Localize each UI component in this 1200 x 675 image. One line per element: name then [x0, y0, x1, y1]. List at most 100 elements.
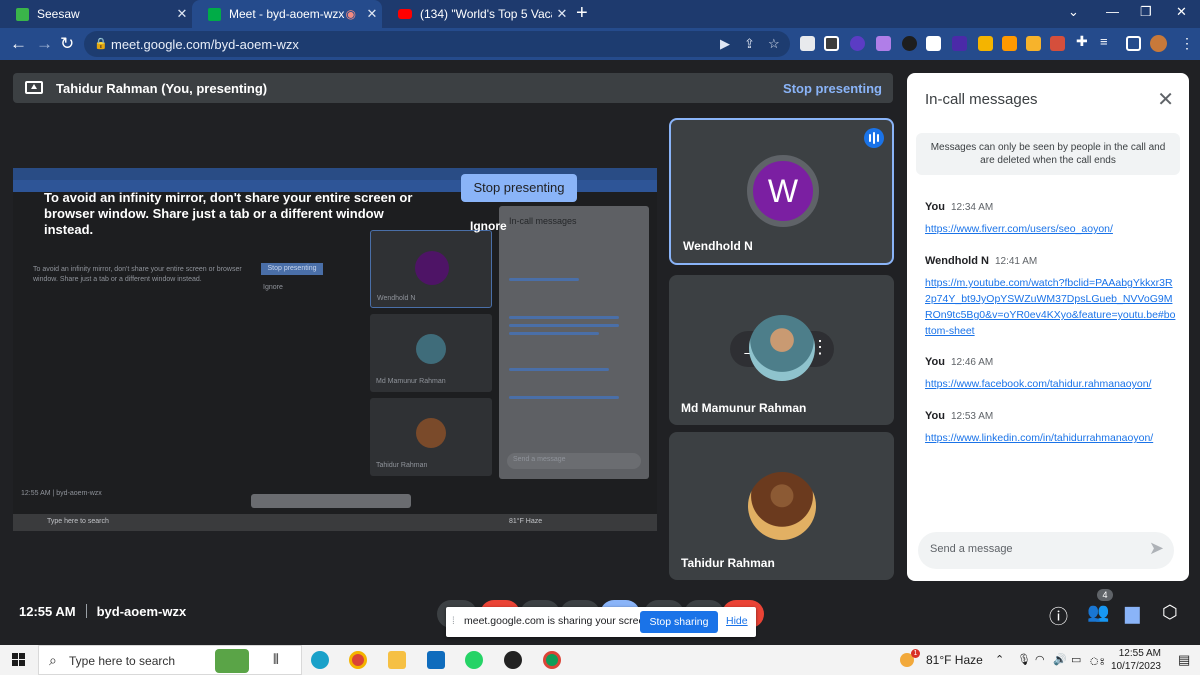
todo-extension-icon[interactable] — [1050, 36, 1065, 51]
tab-title: (134) "World's Top 5 Vacation D — [420, 7, 552, 21]
participant-tile-tahidur[interactable]: Tahidur Rahman — [669, 432, 894, 580]
message-link[interactable]: https://www.facebook.com/tahidur.rahmana… — [925, 376, 1177, 392]
show-hidden-icons-icon[interactable]: ⌃ — [995, 653, 1004, 666]
stop-sharing-button[interactable]: Stop sharing — [640, 611, 718, 633]
avatar — [749, 315, 815, 381]
chat-message: You 12:34 AM https://www.fiverr.com/users… — [925, 197, 1177, 237]
preview-tile-name: Wendhold N — [377, 295, 416, 302]
volume-icon[interactable]: 🔊 — [1053, 653, 1067, 666]
back-icon[interactable]: ← — [10, 34, 27, 54]
message-link[interactable]: https://www.linkedin.com/in/tahidurrahma… — [925, 430, 1177, 446]
preview-tile-name: Tahidur Rahman — [376, 462, 428, 469]
tab-close-icon[interactable]: ✕ — [362, 6, 382, 22]
meeting-time: 12:55 AM — [19, 604, 76, 619]
meeting-info: 12:55 AM byd-aoem-wzx — [19, 604, 186, 619]
screen-sharing-banner: ⁞ meet.google.com is sharing your screen… — [446, 607, 756, 637]
obs-extension-icon[interactable] — [824, 36, 839, 51]
sparkle-extension-icon[interactable] — [850, 36, 865, 51]
edge-icon[interactable] — [311, 651, 329, 669]
preview-warning-line-2: window. Share just a tab or a different … — [33, 276, 202, 283]
send-icon[interactable]: ➤ — [1149, 538, 1164, 559]
weather-text[interactable]: 81°F Haze — [926, 653, 983, 667]
close-window-icon[interactable]: ✕ — [1176, 4, 1187, 20]
preview-chat-input: Send a message — [507, 453, 641, 469]
restore-icon[interactable]: ❐ — [1140, 4, 1152, 20]
preview-tile-wendhold: Wendhold N — [370, 230, 492, 308]
taskbar-clock[interactable]: 12:55 AM 10/17/2023 — [1107, 647, 1161, 673]
address-bar[interactable]: 🔒 meet.google.com/byd-aoem-wzx ▶ ⇪ ☆ — [84, 31, 790, 57]
mail-icon[interactable] — [427, 651, 445, 669]
language-icon[interactable]: ঃ — [1089, 653, 1105, 672]
vpn-extension-icon[interactable] — [952, 36, 967, 51]
hide-link[interactable]: Hide — [726, 615, 748, 627]
pen-extension-icon[interactable] — [876, 36, 891, 51]
avatar — [748, 472, 816, 540]
browser-tab-meet[interactable]: Meet - byd-aoem-wzx ◉ ✕ — [192, 0, 382, 28]
stop-presenting-link[interactable]: Stop presenting — [783, 81, 882, 96]
battery-icon[interactable]: ▭ — [1071, 653, 1081, 666]
tab-close-icon[interactable]: ✕ — [172, 6, 192, 22]
share-icon[interactable]: ⇪ — [744, 36, 755, 52]
bookmark-star-icon[interactable]: ☆ — [768, 36, 780, 52]
camera-icon[interactable]: ▶ — [720, 36, 730, 52]
browser-tab-youtube[interactable]: (134) "World's Top 5 Vacation D ✕ — [382, 0, 572, 28]
mirror-ignore-button[interactable]: Ignore — [470, 219, 507, 233]
message-sender: Wendhold N — [925, 255, 989, 267]
url-text: meet.google.com/byd-aoem-wzx — [111, 37, 299, 52]
message-sender: You — [925, 201, 945, 213]
reader-extension-icon[interactable] — [926, 36, 941, 51]
preview-search-placeholder: Type here to search — [47, 518, 109, 525]
chat-icon[interactable]: ▆ — [1125, 602, 1140, 625]
presenting-label: Tahidur Rahman (You, presenting) — [56, 81, 268, 96]
microphone-icon[interactable]: 🎙 — [1017, 653, 1031, 666]
message-time: 12:41 AM — [994, 256, 1038, 267]
screenshot-extension-icon[interactable] — [800, 36, 815, 51]
search-highlight-icon — [215, 649, 249, 673]
browser-tab-strip: Seesaw ✕ Meet - byd-aoem-wzx ◉ ✕ (134) "… — [0, 0, 1200, 28]
forward-icon[interactable]: → — [36, 34, 53, 54]
message-link[interactable]: https://www.fiverr.com/users/seo_aoyon/ — [925, 221, 1177, 237]
media-queue-icon[interactable]: ≡ — [1100, 34, 1115, 49]
chatgpt-extension-icon[interactable] — [902, 36, 917, 51]
activities-icon[interactable]: ⬡ — [1162, 602, 1178, 623]
chat-message-input[interactable]: Send a message ➤ — [918, 532, 1174, 569]
windows-start-icon[interactable] — [12, 653, 26, 667]
extensions-puzzle-icon[interactable]: ✚ — [1076, 33, 1091, 49]
participant-tile-mamunur[interactable]: ⊥ ⋮ Md Mamunur Rahman — [669, 275, 894, 425]
reload-icon[interactable]: ↻ — [60, 34, 74, 54]
drag-handle-icon[interactable]: ⁞ — [452, 616, 455, 627]
participant-tile-wendhold[interactable]: W Wendhold N — [669, 118, 894, 265]
chrome-icon[interactable] — [349, 651, 367, 669]
obs-icon[interactable] — [504, 651, 522, 669]
taskbar-search-box[interactable]: ⌕ Type here to search — [38, 645, 302, 675]
task-view-icon[interactable]: ⫴ — [273, 651, 291, 669]
preview-sharing-banner — [251, 494, 411, 508]
message-link[interactable]: https://m.youtube.com/watch?fbclid=PAAab… — [925, 275, 1177, 339]
people-icon[interactable]: 👥 — [1087, 602, 1109, 623]
tab-search-icon[interactable]: ⌄ — [1068, 4, 1079, 20]
preview-avatar — [416, 334, 446, 364]
chrome-profile-icon[interactable] — [543, 651, 561, 669]
divider — [85, 604, 87, 618]
coin-extension-icon[interactable] — [1026, 36, 1041, 51]
whatsapp-icon[interactable] — [465, 651, 483, 669]
file-explorer-icon[interactable] — [388, 651, 406, 669]
tab-close-icon[interactable]: ✕ — [552, 6, 572, 22]
browser-tab-seesaw[interactable]: Seesaw ✕ — [0, 0, 192, 28]
notifications-icon[interactable]: ▤ — [1178, 652, 1190, 668]
browser-menu-icon[interactable]: ⋮ — [1180, 35, 1194, 52]
close-icon[interactable]: ✕ — [1157, 87, 1174, 112]
amazon-extension-icon[interactable] — [1002, 36, 1017, 51]
minimize-icon[interactable]: — — [1106, 4, 1119, 19]
chat-notice: Messages can only be seen by people in t… — [916, 133, 1180, 175]
mirror-stop-presenting-button[interactable]: Stop presenting — [461, 174, 577, 202]
new-tab-icon[interactable]: + — [576, 2, 588, 25]
preview-tile-tahidur: Tahidur Rahman — [370, 398, 492, 476]
honey-extension-icon[interactable] — [978, 36, 993, 51]
meeting-code: byd-aoem-wzx — [96, 604, 187, 619]
side-panel-icon[interactable] — [1126, 36, 1141, 51]
profile-avatar[interactable] — [1150, 35, 1167, 52]
lock-icon: 🔒 — [94, 38, 108, 50]
network-icon[interactable]: ◠ — [1035, 653, 1045, 666]
meeting-details-icon[interactable]: ⓘ — [1049, 602, 1068, 629]
